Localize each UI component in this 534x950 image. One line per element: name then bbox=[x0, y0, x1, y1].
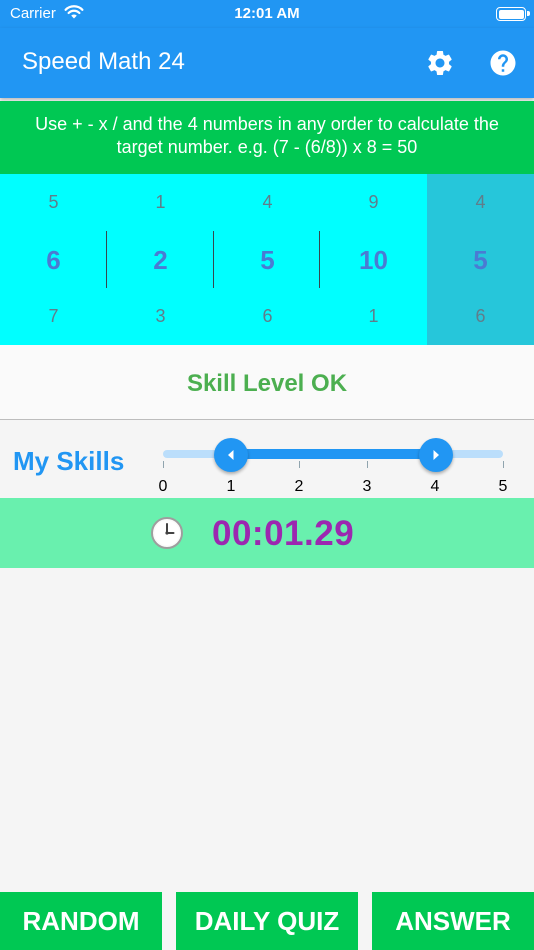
slider-tick-label: 5 bbox=[498, 478, 508, 495]
app-bar: Speed Math 24 bbox=[0, 28, 534, 98]
slider-tick bbox=[299, 461, 300, 468]
status-time: 12:01 AM bbox=[234, 5, 300, 22]
picker-value-above: 5 bbox=[48, 192, 59, 212]
slider-tick bbox=[163, 461, 164, 468]
timer-value: 00:01.29 bbox=[212, 514, 355, 553]
chevron-left-icon bbox=[228, 450, 234, 460]
chevron-right-icon bbox=[433, 450, 439, 460]
number-picker: 5 6 7 1 2 3 4 5 6 9 10 1 4 5 6 bbox=[0, 174, 534, 345]
clock-icon bbox=[151, 517, 183, 549]
picker-value-above: 4 bbox=[262, 192, 273, 212]
picker-divider bbox=[106, 231, 107, 288]
gear-icon bbox=[428, 51, 452, 75]
app-title: Speed Math 24 bbox=[22, 48, 185, 75]
picker-value-below: 6 bbox=[262, 306, 273, 326]
battery-icon bbox=[496, 7, 530, 21]
picker-value-above: 1 bbox=[155, 192, 166, 212]
skill-level-text: Skill Level OK bbox=[186, 370, 348, 397]
slider-tick-label: 1 bbox=[226, 478, 236, 495]
picker-value-above: 9 bbox=[368, 192, 379, 212]
picker-wheel-2[interactable]: 1 2 3 bbox=[107, 174, 214, 345]
picker-wheel-4[interactable]: 9 10 1 bbox=[320, 174, 427, 345]
help-button[interactable] bbox=[488, 48, 518, 78]
help-icon bbox=[490, 50, 516, 76]
status-bar: Carrier 12:01 AM bbox=[0, 0, 534, 28]
picker-divider bbox=[213, 231, 214, 288]
skills-slider-active-range bbox=[231, 449, 436, 459]
skill-level-panel: Skill Level OK bbox=[0, 345, 534, 420]
random-button[interactable]: RANDOM bbox=[0, 892, 162, 950]
my-skills-label: My Skills bbox=[13, 446, 125, 476]
settings-button[interactable] bbox=[425, 48, 455, 78]
picker-value-above: 4 bbox=[475, 192, 486, 212]
skills-slider-max-handle[interactable] bbox=[419, 438, 453, 472]
slider-tick-label: 3 bbox=[362, 478, 372, 495]
picker-value-selected: 6 bbox=[46, 245, 61, 275]
slider-tick bbox=[367, 461, 368, 468]
picker-value-below: 6 bbox=[475, 306, 486, 326]
picker-wheel-3[interactable]: 4 5 6 bbox=[214, 174, 321, 345]
slider-tick-label: 2 bbox=[294, 478, 304, 495]
timer-bar: 00:01.29 bbox=[0, 498, 534, 568]
picker-value-below: 3 bbox=[155, 306, 166, 326]
slider-tick bbox=[503, 461, 504, 468]
picker-value-below: 1 bbox=[368, 306, 379, 326]
picker-value-below: 7 bbox=[48, 306, 59, 326]
daily-quiz-button[interactable]: DAILY QUIZ bbox=[176, 892, 358, 950]
answer-button[interactable]: ANSWER bbox=[372, 892, 534, 950]
picker-value-selected: 5 bbox=[260, 245, 275, 275]
skills-slider-min-handle[interactable] bbox=[214, 438, 248, 472]
slider-tick-label: 0 bbox=[158, 478, 168, 495]
picker-wheel-target[interactable]: 4 5 6 bbox=[427, 174, 534, 345]
picker-value-selected: 5 bbox=[473, 245, 488, 275]
slider-tick-label: 4 bbox=[430, 478, 440, 495]
picker-wheel-1[interactable]: 5 6 7 bbox=[0, 174, 107, 345]
picker-divider bbox=[319, 231, 320, 288]
picker-value-selected: 10 bbox=[359, 245, 388, 275]
content-area bbox=[0, 568, 534, 892]
instructions-text: Use + - x / and the 4 numbers in any ord… bbox=[0, 101, 534, 174]
picker-value-selected: 2 bbox=[153, 245, 168, 275]
